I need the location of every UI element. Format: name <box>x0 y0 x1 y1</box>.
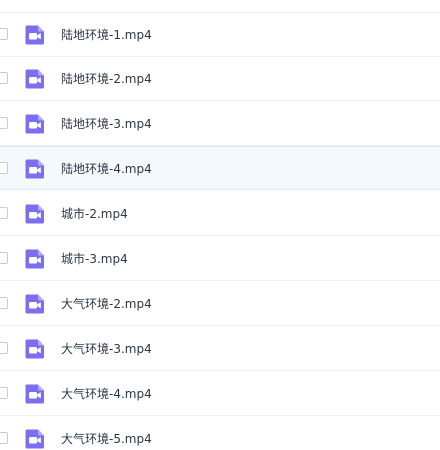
file-name[interactable]: 大气环境-2.mp4 <box>61 282 152 326</box>
file-name[interactable]: 陆地环境-2.mp4 <box>61 57 152 101</box>
file-name[interactable]: 陆地环境-1.mp4 <box>61 13 152 57</box>
file-row[interactable]: 大气环境-4.mp4 <box>0 372 440 416</box>
file-row[interactable]: 陆地环境-2.mp4 <box>0 57 440 101</box>
file-name[interactable]: 大气环境-4.mp4 <box>61 372 152 416</box>
file-row[interactable]: 大气环境-2.mp4 <box>0 282 440 326</box>
row-checkbox[interactable] <box>0 387 8 399</box>
row-checkbox[interactable] <box>0 252 8 264</box>
file-row[interactable]: 城市-3.mp4 <box>0 237 440 281</box>
file-list: 陆地环境-1.mp4 陆地环境-2.mp4 陆地环境-3.mp4 陆地环境-4.… <box>0 0 440 450</box>
video-file-icon <box>25 114 44 134</box>
row-checkbox[interactable] <box>0 432 8 444</box>
video-file-icon <box>25 69 44 89</box>
file-row[interactable]: 陆地环境-1.mp4 <box>0 13 440 57</box>
row-checkbox[interactable] <box>0 72 8 84</box>
video-file-icon <box>25 294 44 314</box>
row-checkbox[interactable] <box>0 207 8 219</box>
row-checkbox[interactable] <box>0 342 8 354</box>
row-checkbox[interactable] <box>0 162 8 174</box>
video-file-icon <box>25 339 44 359</box>
video-file-icon <box>25 429 44 449</box>
file-row[interactable]: 城市-2.mp4 <box>0 192 440 236</box>
file-row[interactable]: 陆地环境-3.mp4 <box>0 102 440 146</box>
file-name[interactable]: 大气环境-3.mp4 <box>61 327 152 371</box>
row-checkbox[interactable] <box>0 297 8 309</box>
file-name[interactable]: 大气环境-5.mp4 <box>61 417 152 450</box>
file-row-hovered[interactable]: 陆地环境-4.mp4 <box>0 146 440 190</box>
video-file-icon <box>25 249 44 269</box>
video-file-icon <box>25 25 44 45</box>
file-name[interactable]: 城市-3.mp4 <box>61 237 128 281</box>
file-row[interactable]: 大气环境-5.mp4 <box>0 417 440 450</box>
file-row[interactable]: 大气环境-3.mp4 <box>0 327 440 371</box>
file-name[interactable]: 陆地环境-4.mp4 <box>61 147 152 191</box>
video-file-icon <box>25 204 44 224</box>
row-checkbox[interactable] <box>0 117 8 129</box>
video-file-icon <box>25 384 44 404</box>
file-name[interactable]: 城市-2.mp4 <box>61 192 128 236</box>
file-name[interactable]: 陆地环境-3.mp4 <box>61 102 152 146</box>
video-file-icon <box>25 159 44 179</box>
row-checkbox[interactable] <box>0 28 8 40</box>
